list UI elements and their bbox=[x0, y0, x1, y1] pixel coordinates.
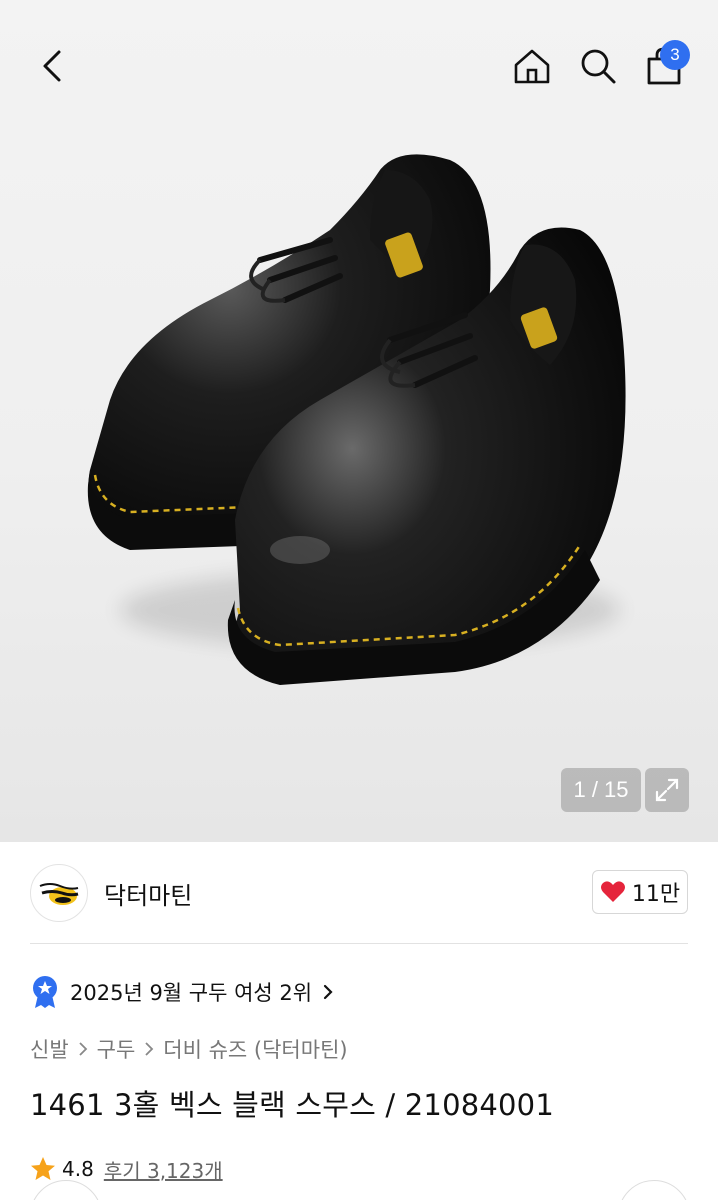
rating-value: 4.8 bbox=[62, 1157, 94, 1181]
product-image bbox=[87, 154, 626, 685]
image-counter: 1 / 15 bbox=[561, 768, 641, 812]
ranking-text: 2025년 9월 구두 여성 2위 bbox=[70, 981, 313, 1005]
brand-name[interactable]: 닥터마틴 bbox=[104, 876, 192, 911]
top-nav-bar: 3 bbox=[0, 0, 718, 130]
floating-action-button[interactable] bbox=[618, 1180, 690, 1200]
product-image-gallery[interactable]: 3 1 / 15 bbox=[0, 0, 718, 842]
divider bbox=[30, 943, 688, 944]
chevron-right-icon bbox=[79, 1042, 87, 1056]
back-arrow-icon bbox=[43, 50, 61, 82]
like-count: 11만 bbox=[631, 882, 681, 907]
search-icon bbox=[581, 49, 616, 84]
expand-icon bbox=[655, 778, 679, 802]
brand-logo[interactable] bbox=[30, 864, 88, 922]
breadcrumb-item[interactable]: 구두 bbox=[97, 1034, 136, 1064]
cart-count-badge: 3 bbox=[660, 40, 690, 70]
breadcrumb: 신발 구두 더비 슈즈 (닥터마틴) bbox=[30, 1032, 348, 1066]
back-button[interactable] bbox=[28, 40, 76, 92]
search-button[interactable] bbox=[572, 40, 624, 92]
home-icon bbox=[514, 49, 550, 84]
star-icon bbox=[31, 1157, 55, 1180]
breadcrumb-item[interactable]: 더비 슈즈 (닥터마틴) bbox=[163, 1034, 347, 1064]
like-button[interactable]: 11만 bbox=[592, 870, 688, 914]
rank-medal-icon bbox=[33, 976, 57, 1008]
ranking-link[interactable]: 2025년 9월 구두 여성 2위 bbox=[30, 972, 334, 1012]
product-title: 1461 3홀 벡스 블랙 스무스 / 21084001 bbox=[30, 1088, 554, 1122]
chevron-right-icon bbox=[324, 984, 333, 1000]
chevron-right-icon bbox=[145, 1042, 154, 1056]
expand-image-button[interactable] bbox=[645, 768, 689, 812]
heart-icon bbox=[600, 881, 625, 902]
brand-logo-mark bbox=[39, 883, 79, 905]
review-count-link[interactable]: 후기 3,123개 bbox=[104, 1155, 223, 1184]
breadcrumb-item[interactable]: 신발 bbox=[30, 1034, 69, 1064]
brand-row: 닥터마틴 11만 bbox=[0, 842, 718, 944]
home-button[interactable] bbox=[506, 40, 558, 92]
